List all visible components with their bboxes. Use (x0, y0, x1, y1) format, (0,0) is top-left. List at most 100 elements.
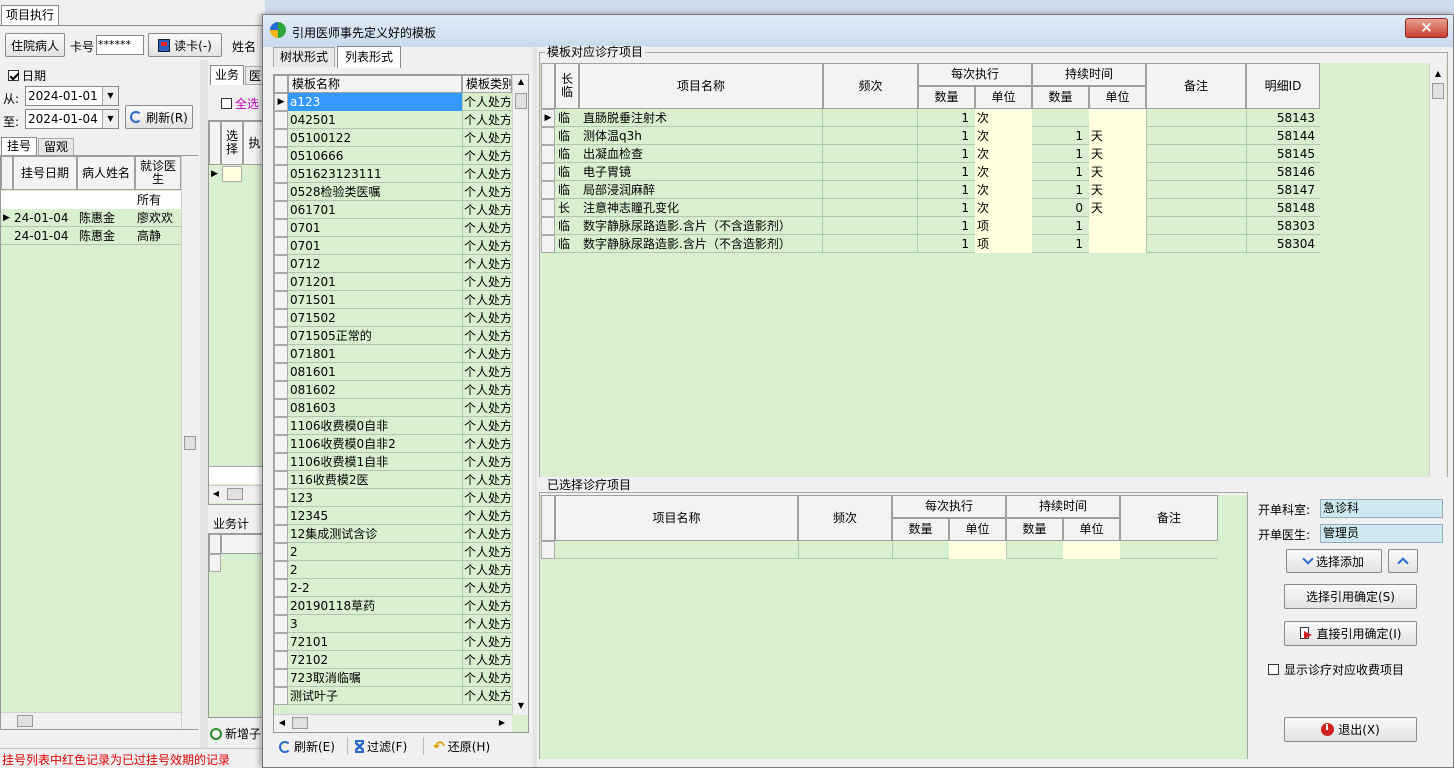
template-row[interactable]: 071505正常的 个人处方 (274, 327, 512, 345)
template-row[interactable]: 2-2 个人处方 (274, 579, 512, 597)
template-row[interactable]: 071502 个人处方 (274, 309, 512, 327)
template-row[interactable]: 12345 个人处方 (274, 507, 512, 525)
template-row[interactable]: 042501 个人处方 (274, 111, 512, 129)
template-row[interactable]: 1106收费模0自非 个人处方 (274, 417, 512, 435)
template-row[interactable]: 051623123111 个人处方 (274, 165, 512, 183)
scroll-thumb[interactable] (292, 717, 308, 729)
unit-cell[interactable] (949, 541, 1006, 559)
template-row[interactable]: 061701 个人处方 (274, 201, 512, 219)
template-row[interactable]: 2 个人处方 (274, 543, 512, 561)
template-row[interactable]: 3 个人处方 (274, 615, 512, 633)
scroll-thumb[interactable] (227, 488, 243, 500)
direct-confirm-button[interactable]: 直接引用确定(I) (1284, 621, 1417, 646)
splitter[interactable] (200, 60, 208, 750)
template-row[interactable]: 72102 个人处方 (274, 651, 512, 669)
select-cell[interactable] (222, 166, 242, 182)
template-row[interactable]: 723取消临嘱 个人处方 (274, 669, 512, 687)
template-row[interactable]: 12集成测试含诊 个人处方 (274, 525, 512, 543)
unit-cell[interactable]: 次 (975, 109, 1032, 127)
item-row[interactable]: ▶ 临直肠脱垂注射术 1 次 58143 (541, 109, 1320, 127)
template-row[interactable]: 0510666 个人处方 (274, 147, 512, 165)
table-row[interactable]: ▶ (209, 165, 266, 183)
scroll-thumb[interactable] (1432, 83, 1444, 99)
collapse-button[interactable] (1388, 549, 1418, 573)
scroll-thumb[interactable] (184, 436, 196, 450)
template-row[interactable]: 1106收费模1自非 个人处方 (274, 453, 512, 471)
unit-cell[interactable]: 项 (975, 217, 1032, 235)
template-row[interactable]: 071801 个人处方 (274, 345, 512, 363)
template-row[interactable]: 123 个人处方 (274, 489, 512, 507)
reg-vertical-scrollbar[interactable] (181, 156, 198, 729)
dialog-title-bar[interactable]: 引用医师事先定义好的模板 × (263, 15, 1453, 47)
item-row[interactable]: 临数字静脉尿路造影.含片（不含造影剂） 1 项 1 58303 (541, 217, 1320, 235)
chevron-down-icon[interactable]: ▼ (102, 87, 118, 105)
card-input[interactable]: ****** (96, 35, 144, 55)
new-child-button[interactable]: 新增子 (210, 725, 265, 742)
table-row[interactable]: ▶ 24-01-04 陈惠金 廖欢欢 (1, 209, 181, 227)
scroll-thumb[interactable] (17, 715, 33, 727)
tab-business[interactable]: 业务 (210, 65, 244, 85)
template-row[interactable]: 测试叶子 个人处方 (274, 687, 512, 705)
scroll-thumb[interactable] (515, 93, 527, 109)
close-button[interactable]: × (1405, 18, 1448, 38)
main-tab-project-exec[interactable]: 项目执行 (1, 5, 59, 25)
dur-unit-cell[interactable]: 天 (1089, 181, 1146, 199)
template-row[interactable]: 0528检验类医嘱 个人处方 (274, 183, 512, 201)
chevron-left-icon[interactable]: ◀ (209, 486, 223, 502)
template-row[interactable]: 081601 个人处方 (274, 363, 512, 381)
template-horizontal-scrollbar[interactable]: ◀ ▶ (274, 714, 512, 732)
template-row[interactable]: 071201 个人处方 (274, 273, 512, 291)
template-row[interactable]: ▶ a123 个人处方 (274, 93, 512, 111)
tab-tree-view[interactable]: 树状形式 (273, 47, 335, 67)
template-row[interactable]: 081603 个人处方 (274, 399, 512, 417)
template-row[interactable]: 071501 个人处方 (274, 291, 512, 309)
chevron-up-icon[interactable]: ▲ (1430, 67, 1446, 81)
to-date-picker[interactable]: 2024-01-04 ▼ (25, 109, 119, 129)
dur-unit-cell[interactable] (1089, 235, 1146, 253)
dur-unit-cell[interactable] (1063, 541, 1120, 559)
refresh-template-button[interactable]: 刷新(E) (279, 738, 335, 755)
unit-cell[interactable]: 项 (975, 235, 1032, 253)
vertical-splitter[interactable] (533, 47, 537, 767)
items-vertical-scrollbar[interactable]: ▲ (1429, 63, 1446, 477)
item-row[interactable]: 临电子胃镜 1 次 1 天 58146 (541, 163, 1320, 181)
chevron-up-icon[interactable]: ▲ (513, 75, 528, 89)
table-row[interactable]: 24-01-04 陈惠金 高静 (1, 227, 181, 245)
chevron-left-icon[interactable]: ◀ (276, 715, 288, 731)
filter-button[interactable]: 过滤(F) (355, 738, 407, 755)
dur-unit-cell[interactable]: 天 (1089, 145, 1146, 163)
item-row[interactable]: 长注意神志瞳孔变化 1 次 0 天 58148 (541, 199, 1320, 217)
template-row[interactable]: 20190118草药 个人处方 (274, 597, 512, 615)
dur-unit-cell[interactable]: 天 (1089, 163, 1146, 181)
unit-cell[interactable]: 次 (975, 145, 1032, 163)
refresh-button[interactable]: 刷新(R) (125, 105, 193, 129)
restore-button[interactable]: ↶ 还原(H) (433, 738, 490, 755)
template-row[interactable]: 1106收费模0自非2 个人处方 (274, 435, 512, 453)
inpatient-button[interactable]: 住院病人 (5, 33, 65, 57)
template-vertical-scrollbar[interactable]: ▲ ▼ (512, 75, 528, 715)
unit-cell[interactable]: 次 (975, 127, 1032, 145)
unit-cell[interactable]: 次 (975, 181, 1032, 199)
select-all-checkbox[interactable]: 全选 (221, 95, 259, 112)
item-row[interactable]: 临数字静脉尿路造影.含片（不含造影剂） 1 项 1 58304 (541, 235, 1320, 253)
unit-cell[interactable]: 次 (975, 163, 1032, 181)
dur-unit-cell[interactable] (1089, 217, 1146, 235)
item-row[interactable]: 临出凝血检查 1 次 1 天 58145 (541, 145, 1320, 163)
dur-unit-cell[interactable] (1089, 109, 1146, 127)
select-add-button[interactable]: 选择添加 (1286, 549, 1382, 573)
chevron-right-icon[interactable]: ▶ (496, 715, 508, 731)
template-row[interactable]: 081602 个人处方 (274, 381, 512, 399)
dur-unit-cell[interactable]: 天 (1089, 127, 1146, 145)
dept-field[interactable]: 急诊科 (1320, 499, 1443, 518)
tab-registration[interactable]: 挂号 (1, 137, 37, 155)
template-row[interactable]: 05100122 个人处方 (274, 129, 512, 147)
item-row[interactable]: 临测体温q3h 1 次 1 天 58144 (541, 127, 1320, 145)
filter-doctor[interactable]: 所有 (137, 191, 181, 209)
tab-observation[interactable]: 留观 (38, 138, 74, 155)
template-row[interactable]: 72101 个人处方 (274, 633, 512, 651)
show-fee-items-checkbox[interactable]: 显示诊疗对应收费项目 (1268, 661, 1404, 678)
item-row[interactable]: 临局部浸润麻醉 1 次 1 天 58147 (541, 181, 1320, 199)
dur-unit-cell[interactable]: 天 (1089, 199, 1146, 217)
chevron-down-icon[interactable]: ▼ (513, 699, 528, 713)
business-horizontal-scrollbar[interactable]: ◀ (209, 485, 266, 503)
